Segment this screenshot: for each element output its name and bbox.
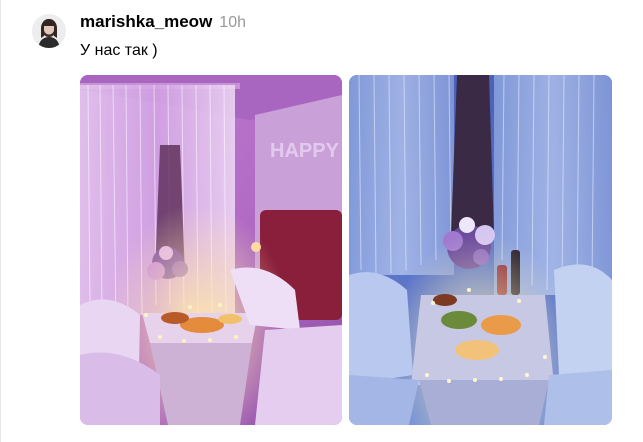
post-image-2[interactable] bbox=[349, 75, 612, 425]
avatar[interactable] bbox=[32, 14, 66, 48]
thread-post: marishka_meow 10h У нас так ) bbox=[0, 0, 643, 442]
username-link[interactable]: marishka_meow bbox=[80, 12, 212, 32]
post-image-1[interactable]: HAPPY bbox=[80, 75, 342, 425]
thread-divider bbox=[0, 0, 1, 442]
post-header: marishka_meow 10h bbox=[80, 12, 246, 34]
post-text: У нас так ) bbox=[80, 42, 158, 59]
post-timestamp[interactable]: 10h bbox=[219, 14, 246, 32]
